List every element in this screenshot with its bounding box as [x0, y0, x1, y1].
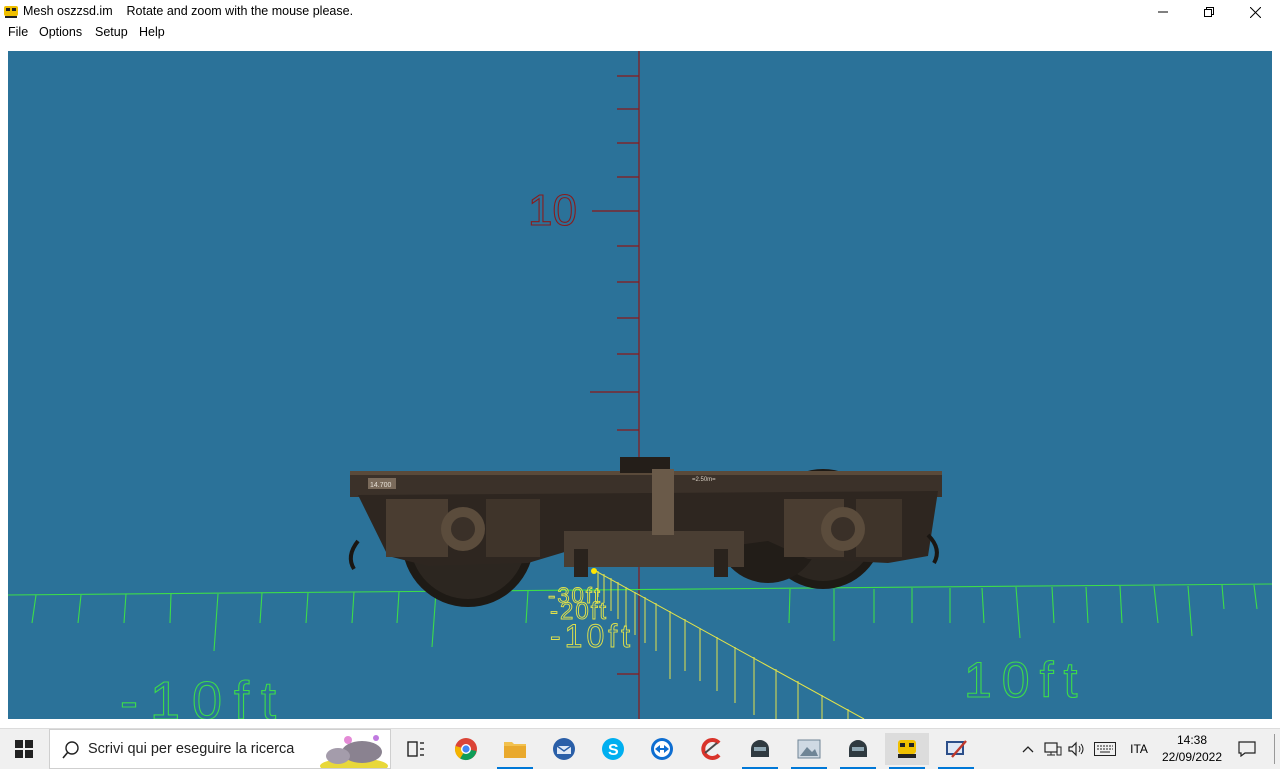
restore-icon: [1204, 7, 1214, 17]
chevron-up-icon: [1022, 746, 1034, 753]
notification-icon: [1238, 741, 1256, 757]
teamviewer-icon: [651, 738, 673, 760]
chrome-icon: [454, 738, 477, 761]
vertical-axis-label: 10: [528, 186, 577, 235]
bogie-model: 14.700 =2.50m=: [348, 457, 942, 607]
search-icon: [62, 741, 79, 759]
window-title: Mesh oszzsd.im Rotate and zoom with the …: [23, 4, 354, 18]
monitor-pen-icon: [946, 740, 967, 758]
taskbar-photos[interactable]: [787, 733, 831, 769]
task-view-icon: [407, 741, 424, 757]
windows-logo-icon: [15, 740, 33, 758]
taskbar: Scrivi qui per eseguire la ricerca S ITA…: [0, 728, 1280, 769]
taskbar-file-explorer[interactable]: [493, 733, 537, 769]
mesh-viewport[interactable]: 10 -10ft 10ft -30ft -20ft -10ft 14.700 =…: [8, 51, 1272, 719]
app-icon: [4, 6, 18, 18]
minimize-button[interactable]: [1140, 0, 1186, 24]
input-language[interactable]: ITA: [1124, 729, 1154, 769]
search-placeholder: Scrivi qui per eseguire la ricerca: [88, 741, 295, 757]
close-button[interactable]: [1232, 0, 1278, 24]
restore-button[interactable]: [1186, 0, 1232, 24]
taskbar-ccleaner[interactable]: [689, 733, 733, 765]
taskbar-thunderbird[interactable]: [542, 733, 586, 765]
folder-icon: [504, 742, 526, 758]
taskbar-trainz-a[interactable]: [738, 733, 782, 769]
photos-icon: [797, 739, 821, 759]
menu-file[interactable]: File: [8, 25, 28, 39]
taskbar-trainz-b[interactable]: [836, 733, 880, 769]
action-center-button[interactable]: [1234, 729, 1260, 769]
ground-grid: [8, 583, 1272, 652]
thunderbird-icon: [553, 738, 575, 760]
taskbar-chrome[interactable]: [444, 733, 488, 765]
bogie-plate-left: 14.700: [370, 482, 392, 489]
close-icon: [1249, 6, 1261, 18]
volume-control[interactable]: [1066, 729, 1088, 769]
scene-canvas[interactable]: 10 -10ft 10ft -30ft -20ft -10ft 14.700 =…: [8, 51, 1272, 719]
taskbar-skype[interactable]: S: [591, 733, 635, 765]
network-status[interactable]: [1042, 729, 1064, 769]
taskbar-remote-tool[interactable]: [934, 733, 978, 769]
ccleaner-icon: [701, 738, 721, 760]
task-view-button[interactable]: [394, 733, 438, 765]
taskbar-teamviewer[interactable]: [640, 733, 684, 765]
menu-help[interactable]: Help: [139, 25, 165, 39]
touch-keyboard-button[interactable]: [1092, 729, 1118, 769]
minimize-icon: [1158, 11, 1168, 13]
menu-bar: File Options Setup Help: [0, 24, 1280, 42]
taskbar-search-box[interactable]: Scrivi qui per eseguire la ricerca: [49, 729, 391, 769]
ground-label-left: -10ft: [120, 671, 288, 719]
depth-label-10: -10ft: [550, 618, 634, 654]
menu-options[interactable]: Options: [39, 25, 82, 39]
clock-date: 22/09/2022: [1161, 750, 1223, 764]
keyboard-icon: [1094, 742, 1116, 756]
menu-setup[interactable]: Setup: [95, 25, 128, 39]
system-clock[interactable]: 14:38 22/09/2022: [1157, 732, 1227, 766]
svg-text:S: S: [608, 742, 619, 759]
taskbar-mesh-viewer[interactable]: [885, 733, 929, 769]
ground-label-right: 10ft: [964, 652, 1087, 708]
train-helmet-icon: [751, 740, 769, 757]
title-bar[interactable]: Mesh oszzsd.im Rotate and zoom with the …: [0, 0, 1280, 24]
clock-time: 14:38: [1176, 733, 1208, 747]
mesh-viewer-icon: [898, 740, 916, 758]
search-highlight-image: [320, 735, 388, 768]
network-icon: [1044, 742, 1062, 756]
tray-overflow-button[interactable]: [1019, 729, 1037, 769]
show-desktop-button[interactable]: [1274, 734, 1280, 764]
speaker-icon: [1068, 741, 1084, 757]
start-button[interactable]: [2, 733, 46, 765]
bogie-plate-right: =2.50m=: [692, 477, 716, 483]
train-helmet-icon: [849, 740, 867, 757]
skype-icon: S: [602, 738, 624, 760]
